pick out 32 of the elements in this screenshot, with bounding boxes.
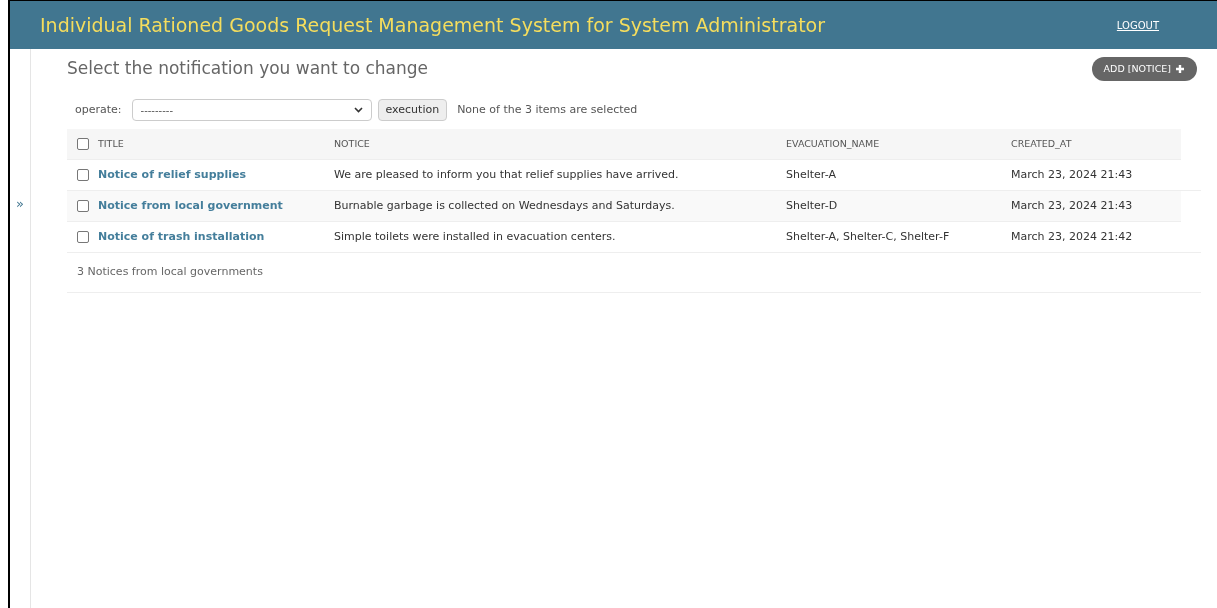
checkbox[interactable] <box>77 200 89 212</box>
sidebar-toggle[interactable]: » <box>16 193 24 214</box>
selection-status: None of the 3 items are selected <box>457 101 638 118</box>
column-header[interactable]: EVACUATION_NAME <box>786 137 880 149</box>
plus-icon <box>1175 64 1185 74</box>
add-button[interactable]: ADD [NOTICE] <box>1091 56 1197 82</box>
logout-link[interactable]: LOGOUT <box>1116 17 1159 33</box>
execution-button[interactable]: execution <box>377 99 448 121</box>
table-cell: March 23, 2024 21:42 <box>1011 229 1133 243</box>
table-cell: Burnable garbage is collected on Wednesdays and Saturdays. <box>334 198 675 212</box>
title-link[interactable]: Notice from local government <box>98 198 283 212</box>
title-link[interactable]: Notice of relief supplies <box>98 167 246 181</box>
table-cell: Shelter-A <box>786 167 836 181</box>
table-cell: Shelter-D <box>786 198 838 212</box>
column-header[interactable]: NOTICE <box>334 137 370 149</box>
operate-label: operate: <box>75 101 122 118</box>
table-cell: We are pleased to inform you that relief supplies have arrived. <box>334 167 679 181</box>
result-count: 3 Notices from local governments <box>77 264 263 281</box>
column-header[interactable]: CREATED_AT <box>1011 137 1072 149</box>
table-cell: March 23, 2024 21:43 <box>1011 167 1133 181</box>
checkbox[interactable] <box>77 169 89 181</box>
title-link[interactable]: Notice of trash installation <box>98 229 265 243</box>
table-cell: Simple toilets were installed in evacuation centers. <box>334 229 616 243</box>
action-select[interactable]: --------- <box>131 99 372 121</box>
checkbox[interactable] <box>77 231 89 243</box>
column-header[interactable]: TITLE <box>98 137 124 149</box>
table-cell: Shelter-A, Shelter-C, Shelter-F <box>786 229 950 243</box>
site-title: Individual Rationed Goods Request Management System for System Administrator <box>40 12 826 38</box>
chevron-down-icon <box>353 107 363 113</box>
checkbox[interactable] <box>77 138 89 150</box>
page-title: Select the notification you want to change <box>67 57 428 81</box>
table-cell: March 23, 2024 21:43 <box>1011 198 1133 212</box>
